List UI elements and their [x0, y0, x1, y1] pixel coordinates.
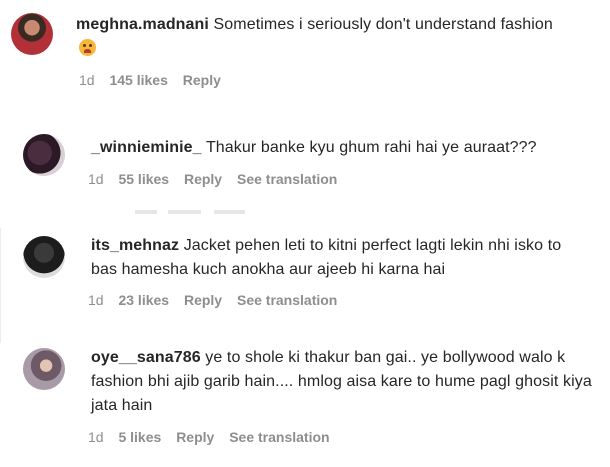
comment-meta: 1d 23 likes Reply See translation [88, 292, 348, 308]
comment-item: oye__sana786 ye to shole ki thakur ban g… [0, 340, 610, 467]
reply-button[interactable]: Reply [183, 72, 221, 88]
comment-item: meghna.madnani Sometimes i seriously don… [0, 0, 610, 110]
username-link[interactable]: its_mehnaz [91, 237, 179, 254]
username-link[interactable]: oye__sana786 [91, 349, 201, 366]
comment-body: Sometimes i seriously don't understand f… [213, 16, 553, 33]
avatar[interactable] [11, 13, 53, 55]
comment-time[interactable]: 1d [79, 72, 95, 88]
see-translation-button[interactable]: See translation [237, 171, 337, 187]
likes-count[interactable]: 55 likes [118, 171, 169, 187]
reply-button[interactable]: Reply [184, 292, 222, 308]
divider [135, 210, 245, 214]
reply-button[interactable]: Reply [184, 171, 222, 187]
see-translation-button[interactable]: See translation [237, 292, 337, 308]
likes-count[interactable]: 5 likes [118, 429, 161, 445]
likes-count[interactable]: 23 likes [118, 292, 169, 308]
username-link[interactable]: meghna.madnani [76, 16, 209, 33]
comment-meta: 1d 5 likes Reply See translation [88, 429, 341, 445]
avatar[interactable] [23, 134, 65, 176]
comment-meta: 1d 145 likes Reply [79, 72, 232, 88]
avatar[interactable] [23, 348, 65, 390]
comment-text: oye__sana786 ye to shole ki thakur ban g… [91, 346, 601, 418]
username-link[interactable]: _winnieminie_ [91, 139, 202, 156]
comment-text: meghna.madnani Sometimes i seriously don… [76, 13, 576, 61]
comment-item: _winnieminie_ Thakur banke kyu ghum rahi… [0, 125, 610, 205]
comment-meta: 1d 55 likes Reply See translation [88, 171, 348, 187]
comment-text: _winnieminie_ Thakur banke kyu ghum rahi… [91, 136, 591, 160]
see-translation-button[interactable]: See translation [229, 429, 329, 445]
reply-button[interactable]: Reply [176, 429, 214, 445]
likes-count[interactable]: 145 likes [109, 72, 167, 88]
comment-body: Thakur banke kyu ghum rahi hai ye auraat… [205, 139, 537, 156]
comment-time[interactable]: 1d [88, 171, 104, 187]
comment-time[interactable]: 1d [88, 292, 104, 308]
comment-text: its_mehnaz Jacket pehen leti to kitni pe… [91, 234, 591, 282]
avatar[interactable] [23, 236, 65, 278]
comment-time[interactable]: 1d [88, 429, 104, 445]
thinking-face-emoji-icon [79, 39, 96, 56]
comment-item: its_mehnaz Jacket pehen leti to kitni pe… [0, 228, 610, 328]
